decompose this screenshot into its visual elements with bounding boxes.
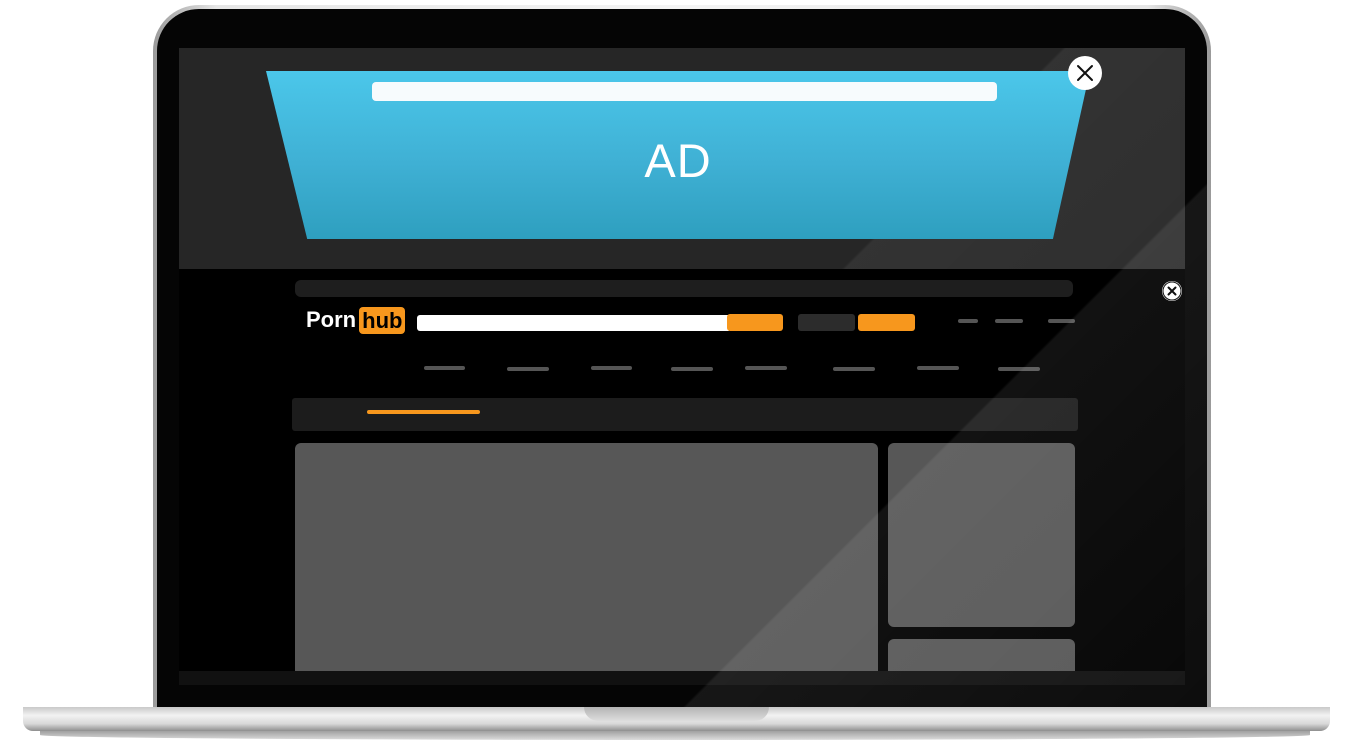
close-icon [1077, 65, 1093, 81]
header-button-dark[interactable] [798, 314, 855, 331]
ad-banner[interactable]: AD [266, 71, 1090, 239]
laptop-bezel: AD Porn hub [157, 9, 1207, 707]
main-video-thumbnail[interactable] [295, 443, 878, 671]
top-bar [295, 280, 1073, 297]
laptop-base-shadow [40, 730, 1310, 740]
logo-text-right: hub [359, 306, 406, 334]
laptop-notch [584, 707, 769, 721]
ad-address-bar [372, 82, 997, 101]
page-close-button[interactable] [1162, 281, 1182, 301]
active-tab-indicator[interactable] [367, 410, 480, 414]
screen-bottom-edge [179, 671, 1185, 685]
ad-close-button[interactable] [1068, 56, 1102, 90]
header-link-2[interactable] [995, 319, 1023, 323]
tab-bar [292, 398, 1078, 431]
nav-item-2[interactable] [507, 367, 549, 371]
nav-item-4[interactable] [671, 367, 713, 371]
nav-item-3[interactable] [591, 366, 632, 370]
site-logo[interactable]: Porn hub [306, 306, 406, 334]
nav-item-7[interactable] [917, 366, 959, 370]
nav-item-6[interactable] [833, 367, 875, 371]
close-icon [1162, 281, 1182, 301]
laptop-screen: AD Porn hub [179, 48, 1185, 671]
ad-overlay-region: AD [179, 48, 1185, 269]
side-thumbnail[interactable] [888, 639, 1075, 671]
nav-item-5[interactable] [745, 366, 787, 370]
logo-text-left: Porn [306, 307, 357, 332]
ad-label: AD [644, 134, 712, 187]
side-thumbnail[interactable] [888, 443, 1075, 627]
header-link-1[interactable] [958, 319, 978, 323]
nav-item-1[interactable] [424, 366, 465, 370]
search-button[interactable] [727, 314, 783, 331]
search-input[interactable] [417, 315, 729, 331]
header-link-3[interactable] [1048, 319, 1075, 323]
nav-item-8[interactable] [998, 367, 1040, 371]
header-button-orange[interactable] [858, 314, 915, 331]
